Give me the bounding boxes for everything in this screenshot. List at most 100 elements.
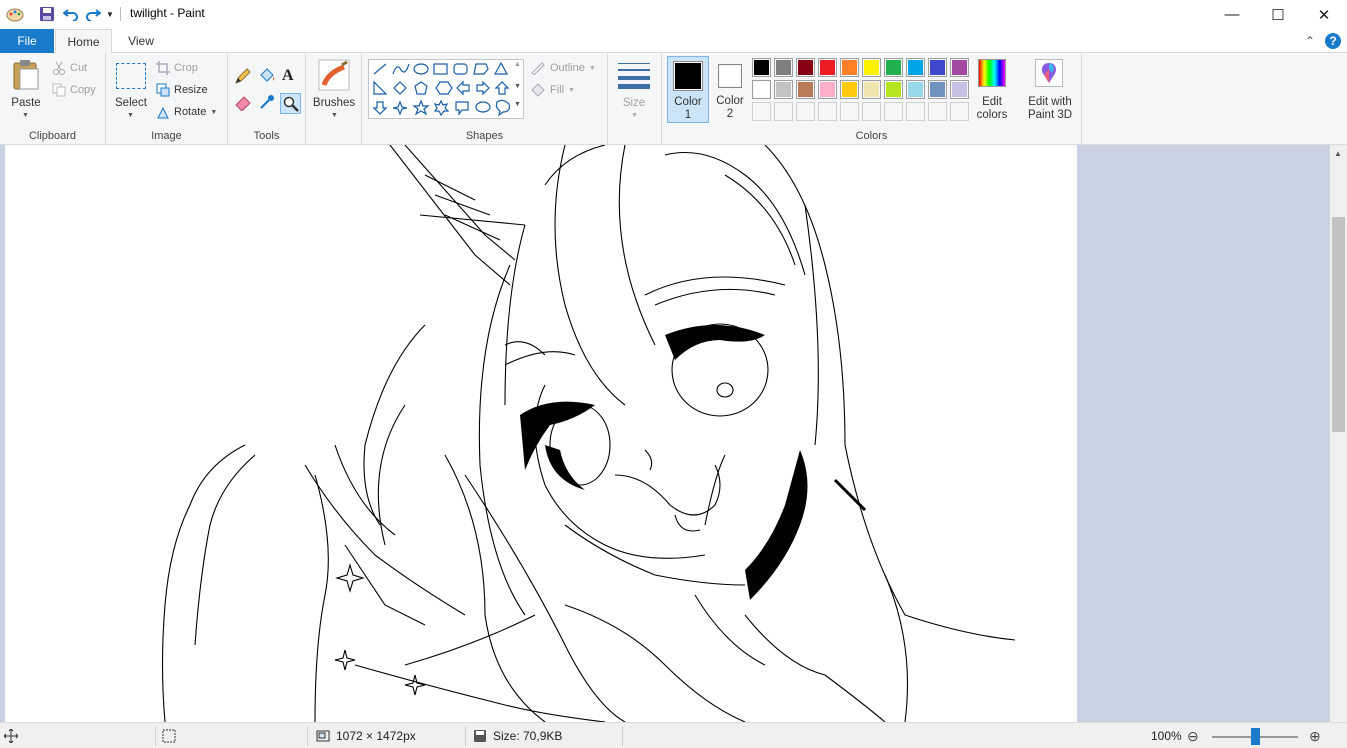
paint-app-icon[interactable] bbox=[6, 5, 24, 23]
rainbow-palette-icon bbox=[978, 59, 1006, 87]
scroll-up-icon[interactable]: ▲ bbox=[1334, 149, 1342, 158]
maximize-button[interactable]: ☐ bbox=[1255, 0, 1301, 29]
palette-swatch[interactable] bbox=[818, 80, 837, 99]
palette-swatch[interactable] bbox=[796, 102, 815, 121]
select-button[interactable]: Select ▼ bbox=[112, 57, 150, 119]
palette-swatch[interactable] bbox=[906, 58, 925, 77]
palette-swatch[interactable] bbox=[862, 58, 881, 77]
shapes-scroll-up-icon[interactable]: ▲ bbox=[514, 61, 521, 68]
palette-swatch[interactable] bbox=[774, 102, 793, 121]
paste-button[interactable]: Paste ▼ bbox=[6, 57, 46, 119]
fill-icon bbox=[531, 83, 545, 97]
palette-swatch[interactable] bbox=[818, 58, 837, 77]
palette-swatch[interactable] bbox=[862, 80, 881, 99]
vertical-scroll-thumb[interactable] bbox=[1332, 217, 1345, 432]
outline-button[interactable]: Outline ▼ bbox=[530, 58, 596, 78]
rotate-button[interactable]: Rotate ▼ bbox=[156, 102, 217, 122]
palette-swatch[interactable] bbox=[950, 102, 969, 121]
clipboard-group: Paste ▼ Cut Copy Clipboard bbox=[0, 53, 106, 145]
rotate-label: Rotate bbox=[174, 106, 207, 118]
palette-swatch[interactable] bbox=[950, 58, 969, 77]
color2-button[interactable]: Color 2 bbox=[711, 56, 749, 123]
palette-swatch-color bbox=[776, 60, 791, 75]
palette-swatch[interactable] bbox=[774, 58, 793, 77]
shapes-expand-icon[interactable]: ▼ bbox=[514, 101, 521, 108]
palette-swatch[interactable] bbox=[906, 102, 925, 121]
pencil-icon[interactable] bbox=[234, 67, 254, 87]
palette-swatch[interactable] bbox=[928, 102, 947, 121]
palette-swatch[interactable] bbox=[796, 58, 815, 77]
minimize-button[interactable]: — bbox=[1209, 0, 1255, 29]
sketch-drawing bbox=[161, 145, 1016, 722]
crop-label: Crop bbox=[174, 62, 198, 74]
size-button[interactable]: Size ▼ bbox=[614, 57, 656, 119]
help-icon[interactable]: ? bbox=[1325, 33, 1341, 49]
palette-swatch[interactable] bbox=[840, 102, 859, 121]
shapes-scroll-down-icon[interactable]: ▼ bbox=[514, 83, 521, 90]
palette-swatch-color bbox=[908, 104, 923, 119]
crop-button[interactable]: Crop bbox=[156, 58, 198, 78]
edit-colors-button[interactable]: Edit colors bbox=[974, 57, 1010, 123]
color2-swatch bbox=[720, 66, 740, 86]
text-tool-icon[interactable]: A bbox=[282, 67, 302, 87]
eraser-icon[interactable] bbox=[234, 93, 254, 113]
drawing-canvas[interactable] bbox=[5, 145, 1077, 722]
select-dropdown-icon: ▼ bbox=[127, 112, 134, 119]
color1-label-line1: Color bbox=[674, 96, 702, 108]
close-button[interactable]: ✕ bbox=[1301, 0, 1347, 29]
clipboard-icon bbox=[13, 60, 39, 90]
shapes-gallery[interactable] bbox=[368, 59, 524, 119]
color-picker-icon[interactable] bbox=[258, 93, 278, 113]
fill-bucket-icon[interactable] bbox=[258, 67, 278, 87]
palette-swatch[interactable] bbox=[752, 102, 771, 121]
palette-swatch[interactable] bbox=[752, 80, 771, 99]
palette-swatch[interactable] bbox=[796, 80, 815, 99]
collapse-ribbon-icon[interactable]: ⌃ bbox=[1305, 34, 1315, 48]
palette-swatch-color bbox=[820, 82, 835, 97]
brushes-dropdown-icon: ▼ bbox=[331, 112, 338, 119]
brushes-button[interactable]: Brushes ▼ bbox=[312, 57, 356, 119]
fill-button[interactable]: Fill ▼ bbox=[530, 80, 575, 100]
palette-swatch[interactable] bbox=[884, 58, 903, 77]
tab-file[interactable]: File bbox=[0, 29, 54, 53]
zoom-out-button[interactable]: ⊖ bbox=[1187, 723, 1199, 748]
palette-swatch[interactable] bbox=[950, 80, 969, 99]
palette-swatch[interactable] bbox=[862, 102, 881, 121]
palette-swatch-color bbox=[952, 60, 967, 75]
customize-toolbar-chevron-icon[interactable]: ▼ bbox=[104, 5, 116, 23]
size-group: Size ▼ bbox=[608, 53, 662, 145]
zoom-in-button[interactable]: ⊕ bbox=[1309, 723, 1321, 748]
outline-label: Outline bbox=[550, 62, 585, 74]
palette-swatch[interactable] bbox=[840, 80, 859, 99]
palette-swatch[interactable] bbox=[818, 102, 837, 121]
image-dimensions: 1072 × 1472px bbox=[316, 723, 416, 748]
status-divider bbox=[465, 726, 466, 746]
palette-swatch[interactable] bbox=[884, 80, 903, 99]
edit-with-paint3d-button[interactable]: Edit with Paint 3D bbox=[1022, 57, 1078, 123]
palette-swatch[interactable] bbox=[884, 102, 903, 121]
magnifier-icon[interactable] bbox=[280, 93, 301, 114]
tab-view[interactable]: View bbox=[118, 29, 164, 53]
palette-swatch[interactable] bbox=[840, 58, 859, 77]
save-icon[interactable] bbox=[38, 5, 56, 23]
status-divider bbox=[155, 726, 156, 746]
palette-swatch[interactable] bbox=[752, 58, 771, 77]
brushes-group: Brushes ▼ bbox=[306, 53, 362, 145]
vertical-scrollbar[interactable]: ▲ bbox=[1330, 145, 1347, 722]
palette-swatch[interactable] bbox=[928, 80, 947, 99]
resize-button[interactable]: Resize bbox=[156, 80, 208, 100]
color1-button[interactable]: Color 1 bbox=[667, 56, 709, 123]
zoom-slider-thumb[interactable] bbox=[1251, 728, 1260, 745]
palette-swatch-color bbox=[908, 82, 923, 97]
palette-swatch[interactable] bbox=[928, 58, 947, 77]
tab-home[interactable]: Home bbox=[55, 29, 112, 54]
undo-icon[interactable] bbox=[62, 5, 80, 23]
palette-swatch[interactable] bbox=[906, 80, 925, 99]
color1-swatch bbox=[675, 63, 701, 89]
cut-button[interactable]: Cut bbox=[52, 58, 87, 78]
size-dropdown-icon: ▼ bbox=[631, 112, 638, 119]
copy-button[interactable]: Copy bbox=[52, 80, 96, 100]
palette-swatch-color bbox=[754, 104, 769, 119]
palette-swatch[interactable] bbox=[774, 80, 793, 99]
redo-icon[interactable] bbox=[84, 5, 102, 23]
